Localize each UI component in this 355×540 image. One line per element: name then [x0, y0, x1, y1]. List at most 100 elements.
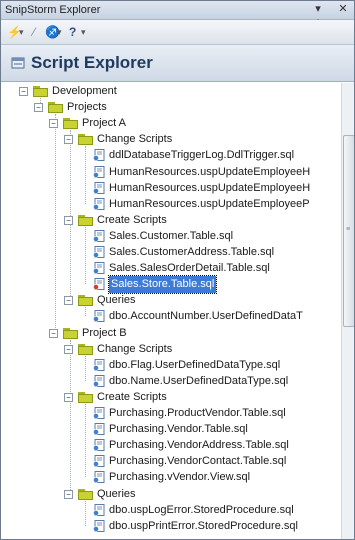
tree-folder-row[interactable]: − Queries — [1, 292, 341, 309]
folder-label: Change Scripts — [97, 133, 173, 146]
sql-script-icon — [93, 503, 105, 516]
folder-icon — [33, 86, 48, 97]
grip-icon: ≡ — [346, 226, 351, 233]
file-label: HumanResources.uspUpdateEmployeeH — [109, 165, 311, 178]
tree-file-row[interactable]: HumanResources.uspUpdateEmployeeH — [1, 180, 341, 197]
tree-file-row[interactable]: dbo.Name.UserDefinedDataType.sql — [1, 373, 341, 390]
file-label: dbo.uspPrintError.StoredProcedure.sql — [109, 519, 298, 532]
tree-file-row[interactable]: Sales.Customer.Table.sql — [1, 228, 341, 245]
scrollbar-thumb[interactable]: ≡ — [343, 135, 354, 327]
dropdown-arrow-icon[interactable]: ▾ — [81, 24, 86, 40]
tree-file-row[interactable]: Purchasing.VendorContact.Table.sql — [1, 453, 341, 470]
tree-file-row[interactable]: HumanResources.uspUpdateEmployeeP — [1, 196, 341, 213]
sql-script-icon — [93, 439, 105, 452]
sql-script-icon — [93, 181, 105, 194]
tree-file-row[interactable]: ddlDatabaseTriggerLog.DdlTrigger.sql — [1, 147, 341, 164]
explorer-header: Script Explorer — [1, 45, 354, 82]
file-label: HumanResources.uspUpdateEmployeeH — [109, 181, 311, 194]
folder-label: Project A — [82, 117, 127, 130]
folder-icon — [78, 214, 93, 226]
sql-script-icon — [93, 197, 105, 210]
file-label: Sales.SalesOrderDetail.Table.sql — [109, 262, 270, 275]
collapse-toggle-icon[interactable]: − — [64, 344, 73, 354]
sql-script-icon — [93, 310, 105, 323]
sql-script-icon — [93, 262, 105, 275]
tree-file-row[interactable]: dbo.Flag.UserDefinedDataType.sql — [1, 357, 341, 374]
tree-folder-row[interactable]: − Change Scripts — [1, 131, 341, 148]
collapse-toggle-icon[interactable]: − — [64, 489, 73, 499]
close-icon[interactable]: ✕ — [336, 2, 350, 17]
folder-label: Development — [52, 85, 117, 97]
tree-file-row[interactable]: Purchasing.vVendor.View.sql — [1, 469, 341, 486]
sql-script-icon — [93, 455, 105, 468]
help-icon[interactable]: ? — [69, 24, 76, 40]
tree-folder-row[interactable]: − Change Scripts — [1, 341, 341, 358]
tree-folder-row[interactable]: − Project B — [1, 325, 341, 342]
wand-icon[interactable]: ⁄ — [33, 24, 35, 40]
collapse-toggle-icon[interactable]: − — [34, 103, 43, 113]
sql-script-icon — [93, 374, 105, 387]
tree-file-row[interactable]: Sales.Store.Table.sql — [1, 275, 341, 295]
sql-script-icon — [93, 246, 105, 258]
collapse-toggle-icon[interactable]: − — [64, 296, 73, 306]
file-label: HumanResources.uspUpdateEmployeeP — [109, 197, 310, 210]
file-label: dbo.Name.UserDefinedDataType.sql — [109, 374, 289, 387]
folder-label: Change Scripts — [97, 342, 173, 355]
sql-script-icon — [93, 519, 105, 532]
folder-label: Queries — [97, 294, 136, 307]
tree-file-row[interactable]: Sales.SalesOrderDetail.Table.sql — [1, 260, 341, 277]
collapse-toggle-icon[interactable]: − — [64, 215, 73, 225]
tree-file-row[interactable]: Purchasing.VendorAddress.Table.sql — [1, 437, 341, 454]
folder-icon — [78, 391, 93, 403]
tree-folder-row[interactable]: − Create Scripts — [1, 212, 341, 229]
file-label: Sales.Customer.Table.sql — [109, 229, 234, 242]
file-label: dbo.Flag.UserDefinedDataType.sql — [109, 358, 281, 371]
pin-icon[interactable]: ▾ ⊥ — [311, 2, 325, 30]
tree-file-row[interactable]: dbo.uspPrintError.StoredProcedure.sql — [1, 518, 341, 535]
tree-folder-row[interactable]: − Queries — [1, 486, 341, 503]
sql-script-error-icon — [93, 278, 105, 291]
sql-script-icon — [93, 149, 105, 162]
sql-script-icon — [93, 358, 105, 371]
tree-folder-row[interactable]: − Development — [1, 83, 341, 100]
sql-script-icon — [93, 229, 105, 242]
sql-script-icon — [93, 165, 105, 178]
dropdown-arrow-icon[interactable]: ▾ — [19, 24, 24, 40]
tree-file-row[interactable]: dbo.uspLogError.StoredProcedure.sql — [1, 502, 341, 519]
collapse-toggle-icon[interactable]: − — [49, 328, 58, 338]
folder-icon — [63, 327, 78, 339]
tree-folder-row[interactable]: − Create Scripts — [1, 389, 341, 406]
tree-file-row[interactable]: dbo.AccountNumber.UserDefinedDataT — [1, 308, 341, 325]
folder-label: Project B — [82, 326, 127, 339]
explorer-icon — [11, 57, 25, 69]
collapse-toggle-icon[interactable]: − — [64, 135, 73, 145]
folder-label: Projects — [67, 101, 107, 114]
script-tree: − Development − Projects − Project A − Change S… — [1, 83, 341, 539]
folder-icon — [63, 118, 78, 130]
window-titlebar: SnipStorm Explorer ▾ ⊥ ✕ — [1, 1, 354, 30]
file-label: Purchasing.ProductVendor.Table.sql — [109, 407, 286, 419]
explorer-title: Script Explorer — [31, 53, 153, 72]
collapse-toggle-icon[interactable]: − — [19, 87, 28, 96]
sql-script-icon — [93, 407, 105, 419]
folder-icon — [78, 134, 93, 146]
collapse-toggle-icon[interactable]: − — [64, 392, 73, 402]
file-label: Sales.Store.Table.sql — [107, 275, 218, 295]
file-label: Purchasing.VendorContact.Table.sql — [109, 455, 287, 468]
vertical-scrollbar[interactable]: ≡ — [341, 83, 354, 539]
folder-icon — [78, 488, 93, 500]
collapse-toggle-icon[interactable]: − — [49, 119, 58, 129]
folder-icon — [78, 343, 93, 355]
tree-file-row[interactable]: Purchasing.ProductVendor.Table.sql — [1, 405, 341, 422]
tree-file-row[interactable]: Purchasing.Vendor.Table.sql — [1, 421, 341, 438]
folder-label: Create Scripts — [97, 213, 167, 226]
tree-file-row[interactable]: Sales.CustomerAddress.Table.sql — [1, 244, 341, 261]
tree-folder-row[interactable]: − Projects — [1, 99, 341, 116]
file-label: dbo.AccountNumber.UserDefinedDataT — [109, 310, 303, 323]
dropdown-arrow-icon[interactable]: ▾ — [57, 24, 62, 40]
file-label: Sales.CustomerAddress.Table.sql — [109, 246, 275, 258]
sql-script-icon — [93, 471, 105, 484]
tree-folder-row[interactable]: − Project A — [1, 115, 341, 132]
tree-file-row[interactable]: HumanResources.uspUpdateEmployeeH — [1, 164, 341, 181]
script-explorer-window: SnipStorm Explorer ▾ ⊥ ✕ ⚡▾⁄♐▾?▾ Script … — [0, 0, 355, 540]
